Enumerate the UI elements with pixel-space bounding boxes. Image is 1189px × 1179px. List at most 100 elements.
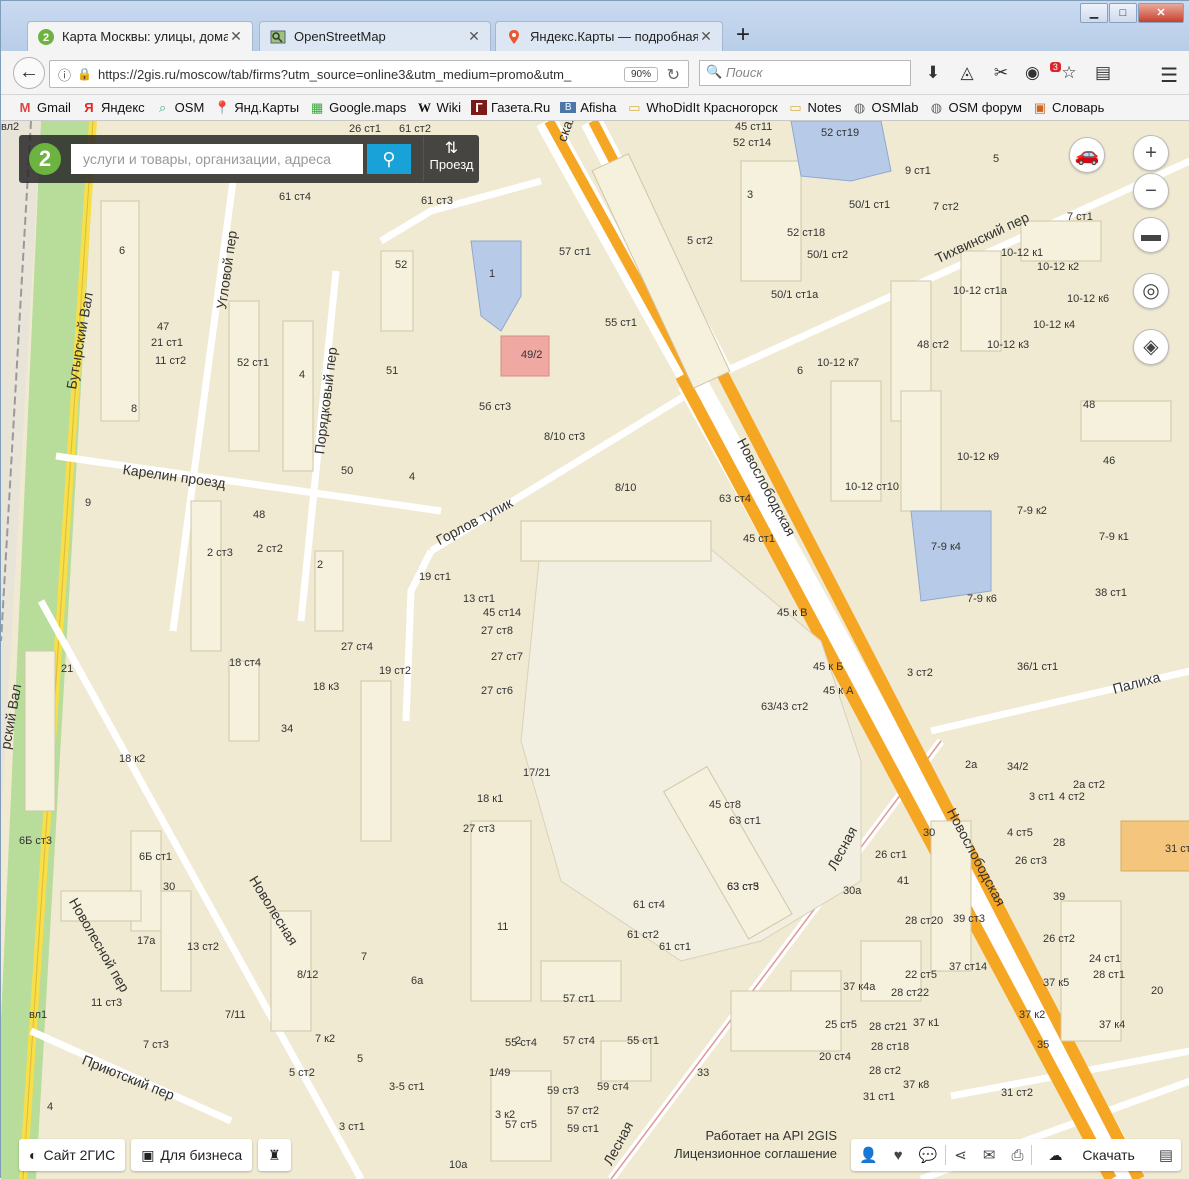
pocket-icon[interactable]: ◬	[957, 63, 977, 83]
close-window-button[interactable]: ✕	[1138, 3, 1184, 23]
car-icon: 🚗	[1074, 144, 1100, 166]
ruler-button[interactable]: ▬	[1133, 217, 1169, 253]
menu-icon[interactable]: ☰	[1160, 63, 1178, 88]
bookmark-star-icon[interactable]: ☆	[1059, 63, 1079, 83]
globe-icon: ◍	[853, 99, 866, 115]
print-icon[interactable]: ⎙	[1003, 1147, 1031, 1164]
building-number-label: 63/43 ст2	[761, 701, 809, 713]
building-number-label: 7 ст2	[933, 201, 959, 213]
building-number-label: 30	[923, 827, 936, 839]
building-number-label: 26 ст1	[349, 123, 381, 135]
route-label: Проезд	[429, 157, 474, 172]
maximize-button[interactable]: □	[1109, 3, 1137, 23]
layers-button[interactable]: ◈	[1133, 329, 1169, 365]
api-credit[interactable]: Работает на API 2GIS	[651, 1127, 837, 1145]
reload-icon[interactable]: ↻	[667, 65, 680, 85]
building-number-label: 33	[697, 1067, 710, 1079]
close-icon[interactable]: ✕	[228, 28, 244, 45]
zoom-level[interactable]: 90%	[623, 66, 658, 82]
bookmark-osmlab[interactable]: ◍ OSMlab	[852, 100, 919, 116]
bookmark-google-maps[interactable]: ▦ Google.maps	[309, 100, 406, 116]
map-search-button[interactable]: ⚲	[367, 144, 411, 174]
download-icon[interactable]: ⬇	[923, 63, 943, 83]
url-text[interactable]: https://2gis.ru/moscow/tab/firms?utm_sou…	[98, 67, 624, 82]
tab-yandex-maps[interactable]: Яндекс.Карты — подробная ✕	[495, 21, 723, 51]
tab-openstreetmap[interactable]: OpenStreetMap ✕	[259, 21, 491, 51]
zoom-in-button[interactable]: +	[1133, 135, 1169, 171]
map-canvas[interactable]: Бутырский Вал Угловой пер Порядковый пер…	[1, 121, 1189, 1179]
svg-text:2: 2	[43, 32, 49, 44]
building-number-label: 1/49	[489, 1067, 511, 1079]
info-icon[interactable]: ⓘ	[58, 65, 71, 84]
building-number-label: 21 ст1	[151, 337, 183, 349]
2gis-icon: ◐	[29, 1147, 38, 1163]
navigation-bar: ← ⓘ 🔒 https://2gis.ru/moscow/tab/firms?u…	[1, 51, 1189, 95]
geolocation-button[interactable]: ◎	[1133, 273, 1169, 309]
bookmark-osm[interactable]: ⌕ OSM	[155, 100, 204, 116]
share-icon[interactable]: ⋖	[946, 1146, 975, 1164]
download-app-button[interactable]: ☁ Скачать	[1032, 1147, 1150, 1164]
lock-icon: 🔒	[77, 67, 92, 81]
building-number-label: 31 ст1	[863, 1091, 895, 1103]
building-number-label: 2а	[965, 759, 978, 771]
traffic-button[interactable]: 🚗	[1069, 137, 1105, 173]
for-business-button[interactable]: ▣ Для бизнеса	[131, 1139, 253, 1171]
building-number-label: 61 ст4	[279, 191, 311, 203]
map-bottom-bar: ◐ Сайт 2ГИС ▣ Для бизнеса ♜	[19, 1139, 291, 1171]
city-button[interactable]: ♜	[258, 1139, 291, 1171]
2gis-logo[interactable]: 2	[29, 143, 61, 175]
building-number-label: 27 ст8	[481, 625, 513, 637]
back-button[interactable]: ←	[13, 57, 45, 89]
close-icon[interactable]: ✕	[698, 28, 714, 45]
heart-icon[interactable]: ♥	[886, 1147, 911, 1164]
building-number-label: 52 ст14	[733, 137, 772, 149]
minimize-button[interactable]: ▁	[1080, 3, 1108, 23]
building-number-label: 50/1 ст1а	[771, 289, 819, 301]
app-icon[interactable]: ▤	[1151, 1146, 1181, 1164]
building-number-label: вл1	[29, 1009, 48, 1021]
map-search-input[interactable]: услуги и товары, организации, адреса	[71, 144, 363, 174]
bookmark-gmail[interactable]: M Gmail	[17, 100, 71, 115]
building-number-label: 37 к1	[913, 1017, 940, 1029]
building-number-label: 8/12	[297, 969, 319, 981]
screenshot-icon[interactable]: ✂	[991, 63, 1011, 83]
locate-icon: ◎	[1142, 280, 1160, 302]
bookmark-dictionary[interactable]: ▣ Словарь	[1032, 100, 1105, 116]
bookmark-osm-forum[interactable]: ◍ OSM форум	[928, 100, 1022, 116]
building-number-label: 10-12 к1	[1001, 247, 1044, 259]
building-number-label: 28	[1053, 837, 1066, 849]
site-2gis-button[interactable]: ◐ Сайт 2ГИС	[19, 1139, 126, 1171]
bookmark-gazeta[interactable]: Г Газета.Ru	[470, 100, 550, 115]
extension-icon[interactable]: ◉ 3	[1025, 62, 1061, 83]
mail-icon[interactable]: ✉	[975, 1146, 1004, 1164]
bookmark-yandex-maps[interactable]: 📍 Янд.Карты	[214, 100, 299, 116]
close-icon[interactable]: ✕	[466, 28, 482, 45]
bookmark-afisha[interactable]: В Afisha	[560, 100, 616, 115]
browser-search-input[interactable]: 🔍 Поиск	[699, 60, 911, 86]
globe-icon: ◍	[930, 99, 943, 115]
building-number-label: 28 ст20	[905, 915, 944, 927]
reader-icon[interactable]: ▤	[1093, 63, 1113, 83]
route-icon: ⇅	[444, 140, 459, 157]
bookmark-notes[interactable]: ▭ Notes	[788, 100, 841, 116]
building-number-label: 2 ст3	[207, 547, 233, 559]
building-number-label: 6а	[411, 975, 424, 987]
zoom-out-button[interactable]: −	[1133, 173, 1169, 209]
route-button[interactable]: ⇅ Проезд	[423, 137, 479, 181]
address-bar[interactable]: ⓘ 🔒 https://2gis.ru/moscow/tab/firms?utm…	[49, 60, 689, 88]
building-number-label: 25 ст5	[825, 1019, 857, 1031]
bookmark-yandex[interactable]: Я Яндекс	[81, 100, 144, 115]
building-number-label: 6	[797, 365, 804, 377]
user-icon[interactable]: 👤	[851, 1146, 886, 1164]
bookmark-wiki[interactable]: W Wiki	[416, 100, 461, 116]
comment-icon[interactable]: 💬	[911, 1146, 946, 1164]
building-number-label: вл2	[1, 121, 20, 133]
bookmark-whodidit[interactable]: ▭ WhoDidIt Красногорск	[626, 100, 777, 116]
building-number-label: 41	[897, 875, 910, 887]
building-number-label: 10-12 к3	[987, 339, 1030, 351]
building-number-label: 5 ст2	[687, 235, 713, 247]
license-link[interactable]: Лицензионное соглашение	[651, 1145, 837, 1163]
new-tab-button[interactable]: +	[727, 23, 759, 49]
building-number-label: 52 ст19	[821, 127, 860, 139]
tab-2gis[interactable]: 2 Карта Москвы: улицы, дома ✕	[27, 21, 253, 51]
